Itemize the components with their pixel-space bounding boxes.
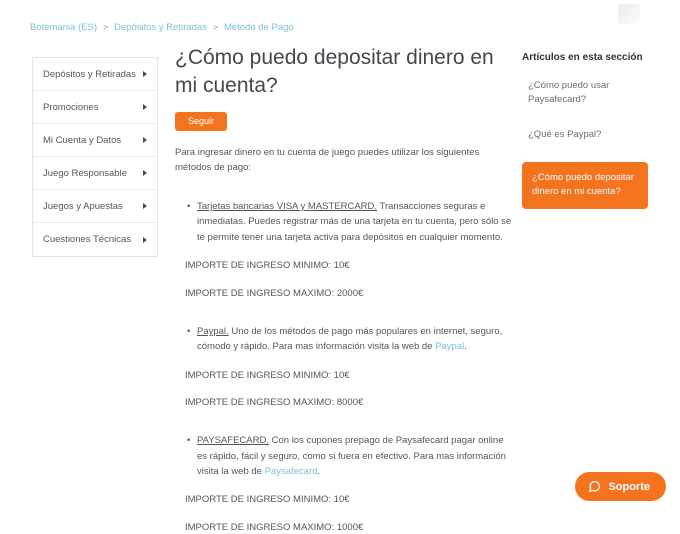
sidebar-item-juegos-y-apuestas[interactable]: Juegos y Apuestas <box>33 190 157 223</box>
sidebar-item-depositos-y-retiradas[interactable]: Depósitos y Retiradas <box>33 58 157 91</box>
payment-method-paypal: Paypal. Uno de los métodos de pago más p… <box>175 324 512 409</box>
deposit-min: IMPORTE DE INGRESO MINIMO: 10€ <box>185 260 512 272</box>
paypal-web-link[interactable]: Paypal <box>435 341 464 352</box>
section-articles-heading: Artículos en esta sección <box>522 52 648 63</box>
method-description: PAYSAFECARD. Con los cupones prepago de … <box>175 433 512 479</box>
chat-bubble-icon <box>588 480 601 493</box>
deposit-max: IMPORTE DE INGRESO MAXIMO: 2000€ <box>185 288 512 300</box>
chevron-right-icon <box>143 203 147 209</box>
chevron-right-icon <box>143 170 147 176</box>
article-main: ¿Cómo puedo depositar dinero en mi cuent… <box>175 44 512 534</box>
payment-method-paysafecard: PAYSAFECARD. Con los cupones prepago de … <box>175 433 512 534</box>
chevron-right-icon <box>143 71 147 77</box>
article-intro: Para ingresar dinero en tu cuenta de jue… <box>175 145 512 175</box>
method-link-paypal[interactable]: Paypal. <box>197 326 229 337</box>
deposit-min: IMPORTE DE INGRESO MINIMO: 10€ <box>185 494 512 506</box>
support-button[interactable]: Soporte <box>575 472 666 501</box>
page-title: ¿Cómo puedo depositar dinero en mi cuent… <box>175 44 512 101</box>
breadcrumb-category-link[interactable]: Depósitos y Retiradas <box>114 22 207 33</box>
method-description: Tarjetas bancarias VISA y MASTERCARD. Tr… <box>175 199 512 245</box>
sidebar-item-label: Promociones <box>43 102 98 113</box>
payment-method-cards: Tarjetas bancarias VISA y MASTERCARD. Tr… <box>175 199 512 300</box>
sidebar-item-juego-responsable[interactable]: Juego Responsable <box>33 157 157 190</box>
section-article-paypal[interactable]: ¿Qué es Paypal? <box>522 128 648 142</box>
method-link-cards[interactable]: Tarjetas bancarias VISA y MASTERCARD. <box>197 201 377 212</box>
method-text-end: . <box>317 466 320 477</box>
deposit-max: IMPORTE DE INGRESO MAXIMO: 1000€ <box>185 522 512 534</box>
chevron-right-icon <box>143 237 147 243</box>
sidebar-item-promociones[interactable]: Promociones <box>33 91 157 124</box>
section-article-current[interactable]: ¿Cómo puedo depositar dinero en mi cuent… <box>522 162 648 209</box>
breadcrumb-separator: > <box>213 22 218 32</box>
breadcrumb-home-link[interactable]: Botemania (ES) <box>30 22 97 33</box>
paysafecard-web-link[interactable]: Paysafecard <box>265 466 318 477</box>
method-text-end: . <box>464 341 467 352</box>
sidebar-item-mi-cuenta-y-datos[interactable]: Mi Cuenta y Datos <box>33 124 157 157</box>
support-button-label: Soporte <box>608 481 650 493</box>
section-articles-sidebar: Artículos en esta sección ¿Cómo puedo us… <box>522 52 648 209</box>
breadcrumb-section-link[interactable]: Método de Pago <box>224 22 294 33</box>
chevron-right-icon <box>143 104 147 110</box>
deposit-max: IMPORTE DE INGRESO MAXIMO: 8000€ <box>185 397 512 409</box>
sidebar-item-label: Juegos y Apuestas <box>43 201 123 212</box>
sidebar-item-cuestiones-tecnicas[interactable]: Cuestiones Técnicas <box>33 223 157 256</box>
sidebar-item-label: Depósitos y Retiradas <box>43 69 136 80</box>
category-sidebar: Depósitos y Retiradas Promociones Mi Cue… <box>32 57 158 257</box>
sidebar-item-label: Juego Responsable <box>43 168 127 179</box>
follow-button[interactable]: Seguir <box>175 112 227 131</box>
breadcrumb: Botemania (ES) > Depósitos y Retiradas > Mét… <box>30 22 294 33</box>
scroll-indicator <box>618 4 640 24</box>
sidebar-item-label: Mi Cuenta y Datos <box>43 135 121 146</box>
breadcrumb-separator: > <box>103 22 108 32</box>
deposit-min: IMPORTE DE INGRESO MINIMO: 10€ <box>185 370 512 382</box>
method-description: Paypal. Uno de los métodos de pago más p… <box>175 324 512 355</box>
sidebar-item-label: Cuestiones Técnicas <box>43 234 131 245</box>
method-link-paysafecard[interactable]: PAYSAFECARD. <box>197 435 269 446</box>
chevron-right-icon <box>143 137 147 143</box>
section-article-paysafecard[interactable]: ¿Cómo puedo usar Paysafecard? <box>522 79 648 108</box>
